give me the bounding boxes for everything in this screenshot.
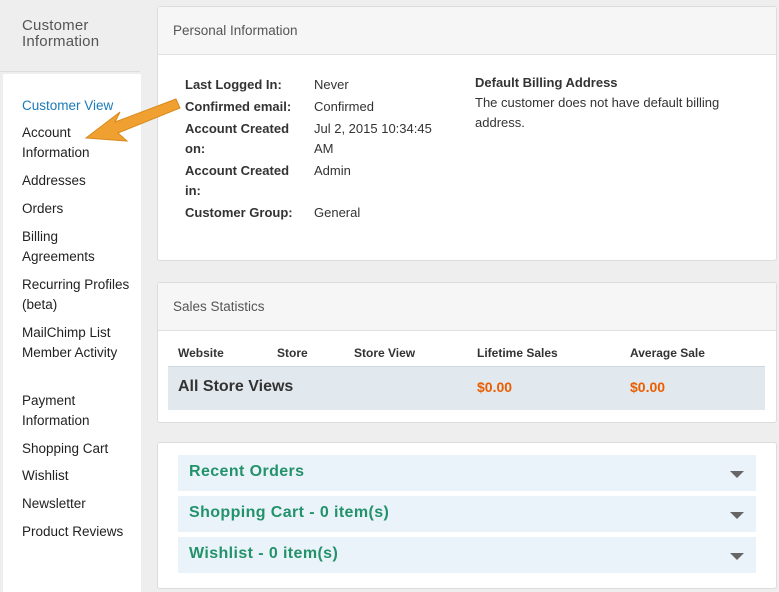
sidebar-nav: Customer View Account Information Addres… <box>3 74 141 592</box>
confirmed-email-label: Confirmed email: <box>185 99 292 114</box>
sidebar-item-wishlist[interactable]: Wishlist <box>22 466 132 486</box>
account-created-on-value: Jul 2, 2015 10:34:45 AM <box>314 121 432 156</box>
table-row: All Store Views $0.00 $0.00 <box>168 366 765 410</box>
sidebar-item-billing-agreements[interactable]: Billing Agreements <box>22 227 132 267</box>
default-billing-text: The customer does not have default billi… <box>475 95 720 130</box>
chevron-down-icon <box>730 512 744 519</box>
accordion-wishlist[interactable]: Wishlist - 0 item(s) <box>178 537 756 573</box>
all-store-views-label: All Store Views <box>178 378 294 395</box>
sales-statistics-heading: Sales Statistics <box>158 283 776 331</box>
table-header: Website Store Store View Lifetime Sales … <box>168 345 765 363</box>
average-sale-value: $0.00 <box>630 379 666 395</box>
chevron-down-icon <box>730 553 744 560</box>
account-created-in-label: Account Created in: <box>185 163 290 198</box>
accordion-shopping-cart-label: Shopping Cart - 0 item(s) <box>189 504 390 521</box>
accordion-recent-orders[interactable]: Recent Orders <box>178 455 756 491</box>
customer-group-value: General <box>314 205 361 220</box>
customer-group-label: Customer Group: <box>185 205 293 220</box>
accordion-wishlist-label: Wishlist - 0 item(s) <box>189 545 339 562</box>
accordion-recent-orders-label: Recent Orders <box>189 463 305 480</box>
sidebar-item-mailchimp-activity[interactable]: MailChimp List Member Activity <box>22 323 132 363</box>
sidebar-item-account-information[interactable]: Account Information <box>22 123 132 163</box>
confirmed-email-value: Confirmed <box>314 99 374 114</box>
sidebar-item-recurring-profiles[interactable]: Recurring Profiles (beta) <box>22 275 132 315</box>
default-billing-heading: Default Billing Address <box>475 75 618 90</box>
sidebar-item-customer-view[interactable]: Customer View <box>22 96 132 116</box>
sidebar: Customer Information Customer View Accou… <box>0 0 142 592</box>
sidebar-item-orders[interactable]: Orders <box>22 199 132 219</box>
sidebar-item-addresses[interactable]: Addresses <box>22 171 132 191</box>
sidebar-item-payment-information[interactable]: Payment Information <box>22 391 132 431</box>
sales-statistics-panel: Sales Statistics Website Store Store Vie… <box>157 282 777 423</box>
column-header-average-sale: Average Sale <box>630 346 705 360</box>
last-logged-in-value: Never <box>314 77 349 92</box>
account-created-on-label: Account Created on: <box>185 121 290 156</box>
sales-statistics-table: Website Store Store View Lifetime Sales … <box>168 345 765 410</box>
accordion-shopping-cart[interactable]: Shopping Cart - 0 item(s) <box>178 496 756 532</box>
account-created-in-value: Admin <box>314 163 351 178</box>
sidebar-item-shopping-cart[interactable]: Shopping Cart <box>22 439 132 459</box>
last-logged-in-label: Last Logged In: <box>185 77 282 92</box>
personal-information-panel: Personal Information Last Logged In: Nev… <box>157 6 777 261</box>
column-header-lifetime-sales: Lifetime Sales <box>477 346 558 360</box>
sidebar-item-newsletter[interactable]: Newsletter <box>22 494 132 514</box>
column-header-store-view: Store View <box>354 346 416 360</box>
sidebar-item-product-reviews[interactable]: Product Reviews <box>22 522 132 542</box>
sidebar-title: Customer Information <box>22 17 100 50</box>
column-header-website: Website <box>178 346 224 360</box>
column-header-store: Store <box>277 346 308 360</box>
personal-information-heading: Personal Information <box>158 7 776 55</box>
lifetime-sales-value: $0.00 <box>477 379 513 395</box>
chevron-down-icon <box>730 471 744 478</box>
sidebar-header: Customer Information <box>0 0 140 72</box>
customer-activity-panel: Recent Orders Shopping Cart - 0 item(s) … <box>157 442 777 589</box>
